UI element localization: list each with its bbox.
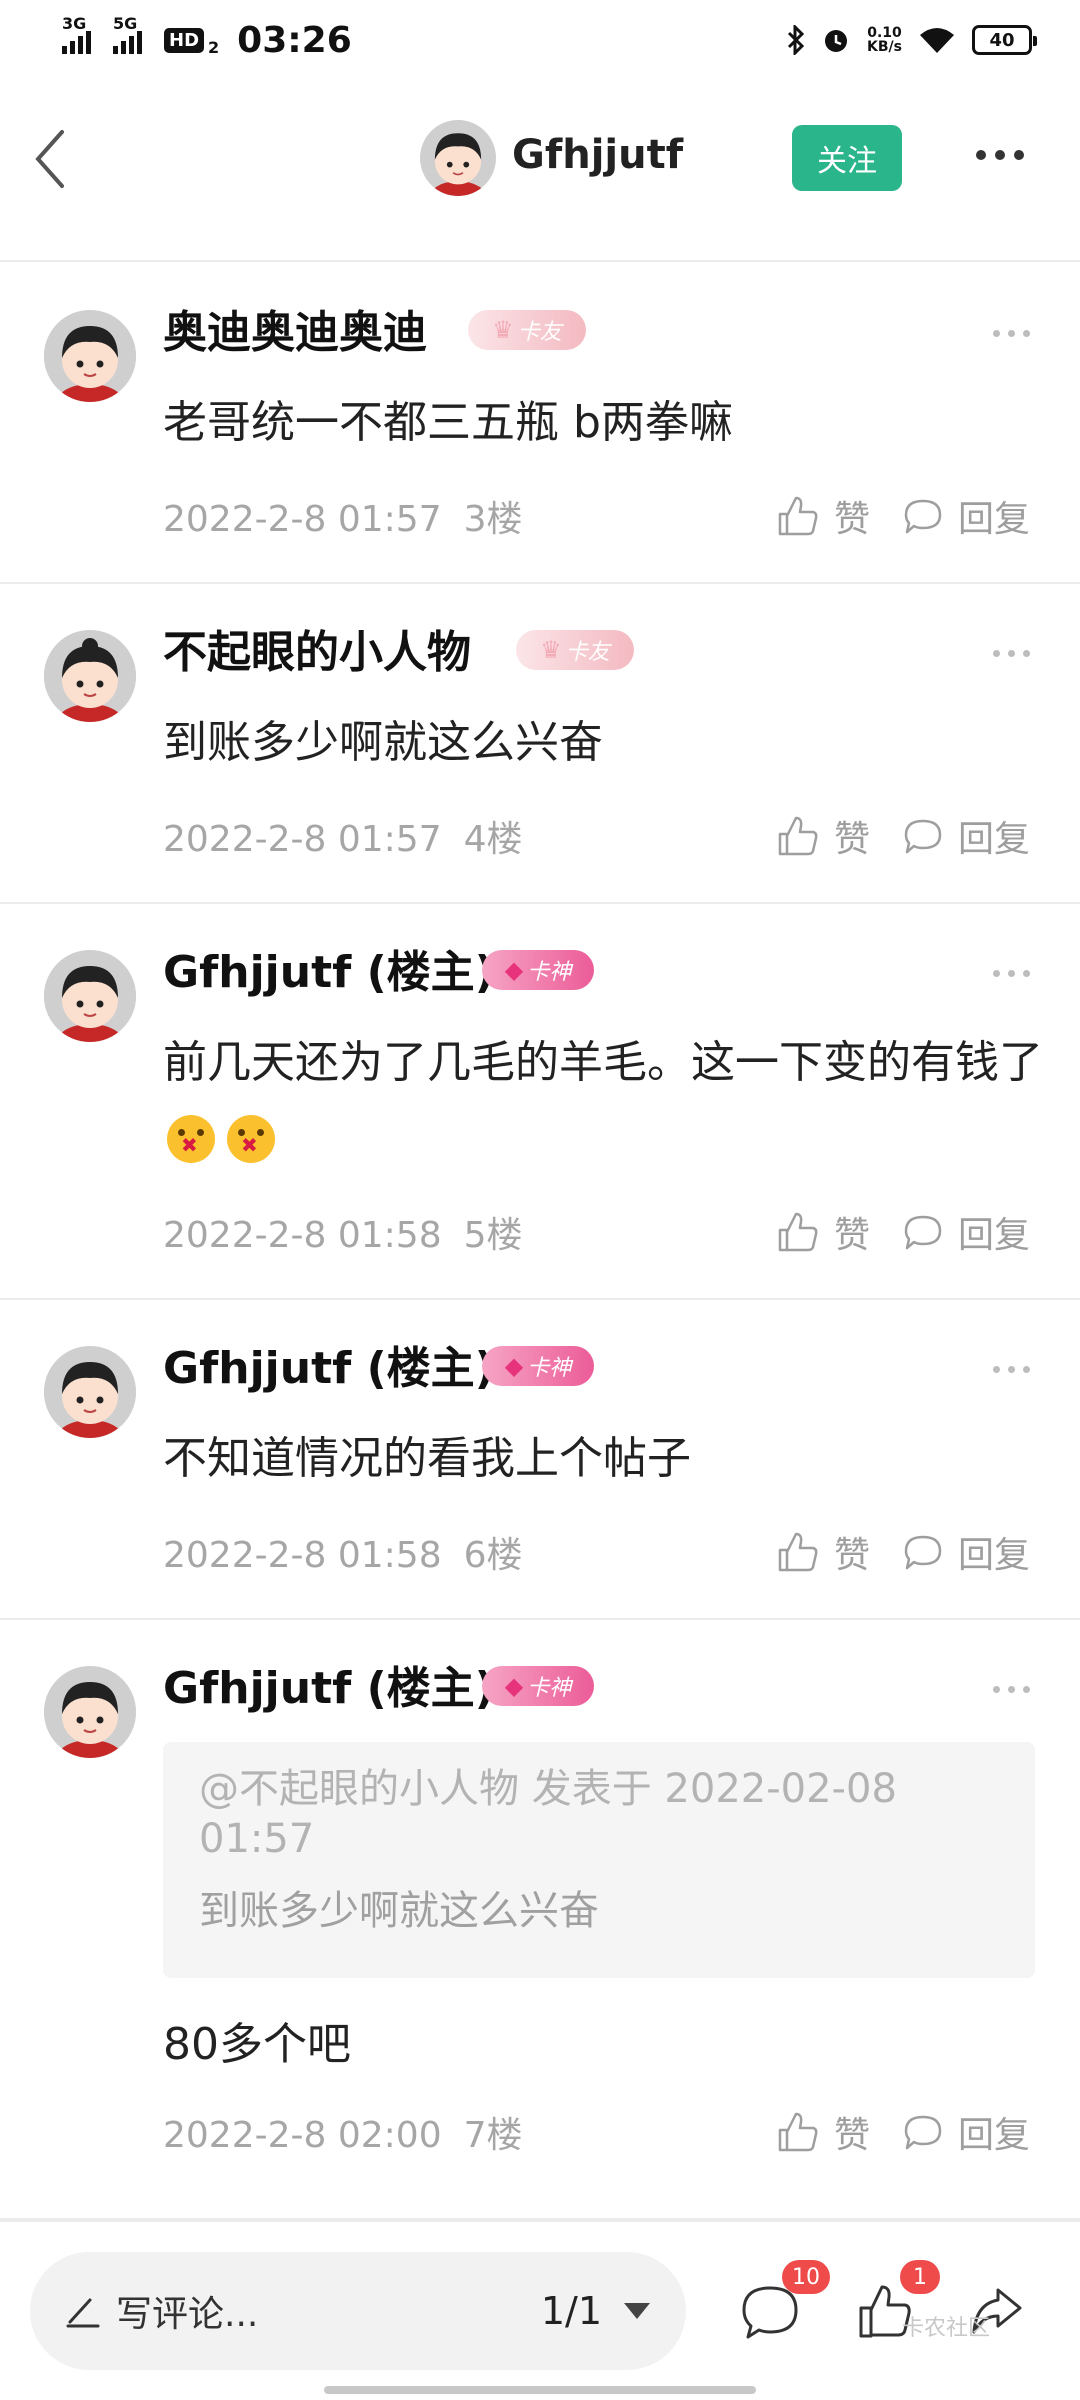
level-badge: ♛ 卡友 — [468, 310, 586, 350]
diamond-icon: ◆ — [504, 1352, 524, 1380]
network-type-2: 5G — [113, 14, 138, 33]
crown-icon: ♛ — [492, 316, 514, 344]
chat-bubble-icon — [904, 2115, 942, 2150]
reply-button[interactable]: 回复 — [902, 1526, 1030, 1578]
shushing-emoji-icon — [167, 1115, 215, 1163]
comment-text-body: 前几天还为了几毛的羊毛。这一下变的有钱了 — [163, 1037, 1043, 1088]
comment-meta: 2022-2-8 01:57 3楼 — [163, 499, 523, 540]
reply-button[interactable]: 回复 — [902, 810, 1030, 862]
author-name[interactable]: Gfhjjutf — [512, 132, 683, 178]
avatar[interactable] — [44, 950, 136, 1042]
thumbs-up-icon — [778, 2112, 818, 2152]
like-button[interactable]: 赞 — [776, 810, 870, 862]
battery-level: 40 — [989, 29, 1015, 51]
username[interactable]: Gfhjjutf (楼主) — [163, 1652, 495, 1716]
avatar[interactable] — [44, 1346, 136, 1438]
quote-body: 到账多少啊就这么兴奋 — [199, 1888, 599, 1934]
like-button[interactable]: 赞 — [776, 2106, 870, 2158]
pencil-icon — [66, 2298, 100, 2328]
wifi-icon — [920, 28, 954, 53]
clock: 03:26 — [237, 19, 352, 61]
comment-count-badge: 10 — [782, 2260, 830, 2294]
quote-header: @不起眼的小人物 发表于 2022-02-08 01:57 — [199, 1766, 897, 1862]
thumbs-up-icon — [778, 496, 818, 536]
page-indicator[interactable]: 1/1 — [541, 2289, 602, 2333]
comment-item: 奥迪奥迪奥迪 ♛ 卡友 老哥统一不都三五瓶 b两拳嘛 2022-2-8 01:57… — [0, 264, 1080, 584]
level-badge: ◆ 卡神 — [482, 1666, 594, 1706]
level-badge: ◆ 卡神 — [482, 950, 594, 990]
comment-meta: 2022-2-8 01:58 5楼 — [163, 1215, 523, 1256]
comment-more-icon[interactable] — [993, 1366, 1030, 1373]
status-bar: 3G 5G HD 2 03:26 0.10 KB/s 40 — [0, 0, 1080, 80]
network-speed: 0.10 KB/s — [867, 25, 902, 55]
comment-more-icon[interactable] — [993, 1686, 1030, 1693]
diamond-icon: ◆ — [504, 1672, 524, 1700]
like-button[interactable]: 赞 — [776, 490, 870, 542]
diamond-icon: ◆ — [504, 956, 524, 984]
comment-placeholder: 写评论... — [116, 2294, 259, 2335]
like-count-badge: 1 — [900, 2260, 940, 2294]
chat-bubble-icon — [904, 499, 942, 534]
reply-button[interactable]: 回复 — [902, 2106, 1030, 2158]
network-type-1: 3G — [62, 14, 87, 33]
thumbs-up-icon — [778, 1212, 818, 1252]
author-avatar[interactable] — [420, 120, 496, 196]
username[interactable]: 奥迪奥迪奥迪 — [163, 296, 427, 360]
signal-icon: 3G — [62, 14, 91, 54]
reply-button[interactable]: 回复 — [902, 1206, 1030, 1258]
thumbs-up-icon — [778, 816, 818, 856]
top-nav: Gfhjjutf 关注 — [0, 80, 1080, 262]
alarm-icon — [825, 30, 848, 52]
comment-meta: 2022-2-8 01:57 4楼 — [163, 819, 523, 860]
comment-text: 老哥统一不都三五瓶 b两拳嘛 — [163, 397, 733, 448]
dropdown-caret-icon[interactable] — [624, 2303, 650, 2319]
comment-text: 前几天还为了几毛的羊毛。这一下变的有钱了 — [163, 1026, 1043, 1174]
bluetooth-icon — [787, 25, 805, 55]
crown-icon: ♛ — [540, 636, 562, 664]
follow-button[interactable]: 关注 — [792, 125, 902, 191]
quoted-comment[interactable]: @不起眼的小人物 发表于 2022-02-08 01:57 到账多少啊就这么兴奋 — [163, 1742, 1035, 1978]
username[interactable]: Gfhjjutf (楼主) — [163, 936, 495, 1000]
comment-more-icon[interactable] — [993, 330, 1030, 337]
comment-text: 到账多少啊就这么兴奋 — [163, 717, 603, 768]
comment-meta: 2022-2-8 01:58 6楼 — [163, 1535, 523, 1576]
bottom-action-bar: 写评论... 1/1 10 1 卡农社区 — [0, 2220, 1080, 2400]
avatar[interactable] — [44, 310, 136, 402]
reply-button[interactable]: 回复 — [902, 490, 1030, 542]
comment-item: 不起眼的小人物 ♛ 卡友 到账多少啊就这么兴奋 2022-2-8 01:57 4楼 … — [0, 584, 1080, 904]
comment-item: Gfhjjutf (楼主) ◆ 卡神 不知道情况的看我上个帖子 2022-2-8 … — [0, 1300, 1080, 1620]
comment-more-icon[interactable] — [993, 650, 1030, 657]
battery-icon: 40 — [972, 25, 1037, 55]
comment-text: 80多个吧 — [163, 2019, 351, 2070]
level-badge: ◆ 卡神 — [482, 1346, 594, 1386]
comment-item: Gfhjjutf (楼主) ◆卡神 前几天还为了几毛的羊毛。这一下变的有钱了 2… — [0, 904, 1080, 1300]
hd-sub: 2 — [208, 37, 220, 57]
back-arrow-icon[interactable] — [28, 124, 78, 194]
comment-meta: 2022-2-8 02:00 7楼 — [163, 2115, 523, 2156]
more-options-icon[interactable] — [976, 150, 1024, 160]
site-watermark: 卡农社区 — [902, 2316, 991, 2341]
chat-bubble-icon — [904, 1215, 942, 1250]
like-button[interactable]: 赞 — [776, 1526, 870, 1578]
username[interactable]: Gfhjjutf (楼主) — [163, 1332, 495, 1396]
avatar[interactable] — [44, 1666, 136, 1758]
hd-voice-icon: HD — [164, 27, 205, 53]
chat-bubble-icon — [904, 1535, 942, 1570]
shushing-emoji-icon — [227, 1115, 275, 1163]
chat-bubble-icon — [904, 819, 942, 854]
comment-more-icon[interactable] — [993, 970, 1030, 977]
username[interactable]: 不起眼的小人物 — [163, 616, 471, 680]
comment-input[interactable]: 写评论... 1/1 — [30, 2252, 686, 2370]
comment-item: Gfhjjutf (楼主) ◆ 卡神 @不起眼的小人物 发表于 2022-02-0… — [0, 1620, 1080, 2220]
avatar[interactable] — [44, 630, 136, 722]
signal-icon-2: 5G — [113, 14, 142, 54]
home-indicator[interactable] — [324, 2386, 756, 2394]
level-badge: ♛ 卡友 — [516, 630, 634, 670]
like-button[interactable]: 赞 — [776, 1206, 870, 1258]
thumbs-up-icon — [778, 1532, 818, 1572]
comment-text: 不知道情况的看我上个帖子 — [163, 1433, 691, 1484]
